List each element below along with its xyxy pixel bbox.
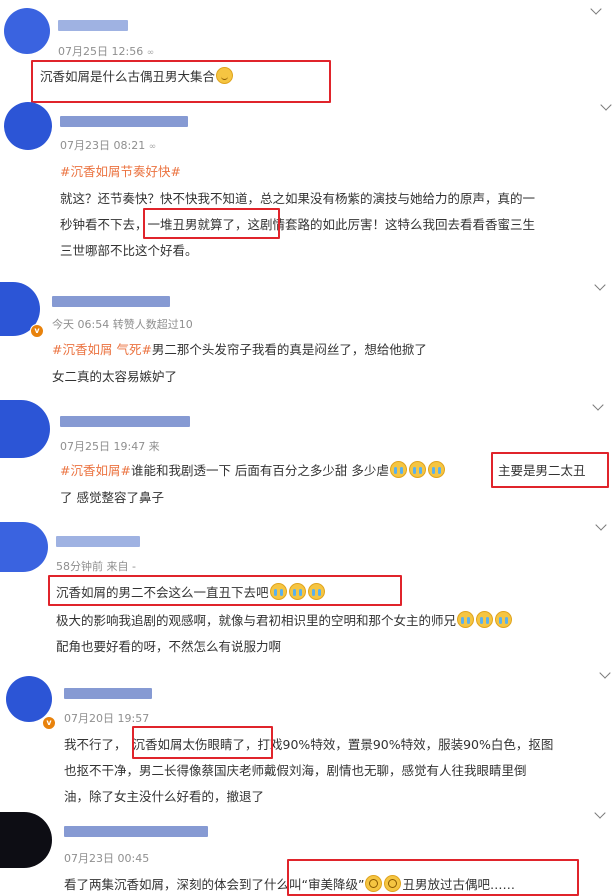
comment-text-line: 主要是男二太丑 bbox=[498, 463, 586, 478]
comment-3: v 今天 06:54 转赞人数超过10 #沉香如屑 气死#男二那个头发帘子我看的… bbox=[0, 276, 615, 396]
chevron-down-icon[interactable] bbox=[594, 279, 606, 291]
hashtag-link[interactable]: #沉香如屑# bbox=[60, 463, 131, 478]
link-icon: ∞ bbox=[146, 48, 155, 58]
chevron-down-icon[interactable] bbox=[594, 807, 606, 819]
chevron-down-icon[interactable] bbox=[600, 99, 612, 111]
hashtag-link[interactable]: #沉香如屑节奏好快# bbox=[60, 161, 181, 180]
post-meta: 07月23日 08:21 ∞ bbox=[60, 139, 157, 152]
crying-emoji-icon bbox=[288, 583, 306, 600]
comment-2: 07月23日 08:21 ∞ #沉香如屑节奏好快# 就这？还节奏快？快不快我不知… bbox=[0, 96, 615, 266]
chevron-down-icon[interactable] bbox=[590, 3, 602, 15]
crying-emoji-icon bbox=[408, 461, 426, 478]
comment-text-line: 了 感觉整容了鼻子 bbox=[60, 490, 164, 505]
comment-text-line: 三世哪部不比这个好看。 bbox=[60, 243, 198, 258]
comment-4: 07月25日 19:47 来 #沉香如屑#谁能和我剧透一下 后面有百分之多少甜 … bbox=[0, 396, 615, 516]
avatar[interactable] bbox=[6, 676, 52, 722]
post-meta: 07月23日 00:45 bbox=[64, 852, 150, 865]
dizzy-emoji-icon bbox=[365, 875, 383, 892]
crying-emoji-icon bbox=[476, 611, 494, 628]
post-meta: 07月20日 19:57 bbox=[64, 712, 150, 725]
smile-emoji-icon bbox=[216, 67, 234, 84]
comment-text-line: 配角也要好看的呀，不然怎么有说服力啊 bbox=[56, 639, 282, 654]
comment-text: 沉香如屑是什么古偶丑男大集合 bbox=[40, 66, 234, 85]
username-redacted[interactable] bbox=[58, 20, 128, 31]
chevron-down-icon[interactable] bbox=[592, 399, 604, 411]
avatar[interactable] bbox=[0, 522, 48, 572]
v-badge-icon: v bbox=[30, 324, 44, 338]
avatar[interactable] bbox=[4, 102, 52, 150]
username-redacted[interactable] bbox=[52, 296, 170, 307]
username-redacted[interactable] bbox=[64, 826, 208, 837]
dizzy-emoji-icon bbox=[384, 875, 402, 892]
avatar[interactable] bbox=[4, 8, 50, 54]
username-redacted[interactable] bbox=[60, 416, 190, 427]
link-icon: ∞ bbox=[148, 142, 157, 152]
comment-text-line: 也抠不干净，男二长得像蔡国庆老师戴假刘海，剧情也无聊，感觉有人往我眼睛里倒 bbox=[64, 763, 527, 778]
comment-text-line: 极大的影响我追剧的观感啊，就像与君初相识里的空明和那个女主的师兄 bbox=[56, 610, 513, 629]
avatar[interactable] bbox=[0, 400, 50, 458]
comment-text-line: 女二真的太容易嫉妒了 bbox=[52, 369, 178, 384]
username-redacted[interactable] bbox=[60, 116, 188, 127]
post-meta: 今天 06:54 转赞人数超过10 bbox=[52, 318, 193, 331]
comment-1: 07月25日 12:56 ∞ 沉香如屑是什么古偶丑男大集合 bbox=[0, 0, 615, 103]
crying-emoji-icon bbox=[307, 583, 325, 600]
crying-emoji-icon bbox=[269, 583, 287, 600]
post-meta: 07月25日 19:47 来 bbox=[60, 440, 160, 453]
comment-text-line: 沉香如屑的男二不会这么一直丑下去吧 bbox=[56, 582, 326, 601]
chevron-down-icon[interactable] bbox=[595, 519, 607, 531]
comment-text-line: 看了两集沉香如屑，深刻的体会到了什么叫“审美降级” 丑男放过古偶吧…… bbox=[64, 875, 515, 892]
username-redacted[interactable] bbox=[64, 688, 152, 699]
crying-emoji-icon bbox=[495, 611, 513, 628]
post-meta: 58分钟前 来自 - bbox=[56, 560, 136, 573]
crying-emoji-icon bbox=[389, 461, 407, 478]
v-badge-icon: v bbox=[42, 716, 56, 730]
comment-5: 58分钟前 来自 - 沉香如屑的男二不会这么一直丑下去吧 极大的影响我追剧的观感… bbox=[0, 516, 615, 656]
comment-text-line: #沉香如屑 气死#男二那个头发帘子我看的真是闷丝了，想给他掀了 bbox=[52, 342, 427, 357]
comment-text-line: 秒钟看不下去，一堆丑男就算了，这剧情套路的如此厉害！这特么我回去看看香蜜三生 bbox=[60, 217, 536, 232]
chevron-down-icon[interactable] bbox=[599, 667, 611, 679]
username-redacted[interactable] bbox=[56, 536, 140, 547]
post-meta: 07月25日 12:56 ∞ bbox=[58, 45, 155, 58]
comment-text-line: #沉香如屑#谁能和我剧透一下 后面有百分之多少甜 多少虐 bbox=[60, 460, 446, 479]
comment-7: 07月23日 00:45 看了两集沉香如屑，深刻的体会到了什么叫“审美降级” 丑男… bbox=[0, 804, 615, 896]
hashtag-link[interactable]: #沉香如屑 气死# bbox=[52, 342, 152, 357]
comment-6: v 07月20日 19:57 我不行了， 沉香如屑太伤眼睛了，打戏90%特效，置景… bbox=[0, 664, 615, 804]
crying-emoji-icon bbox=[457, 611, 475, 628]
comment-text-line: 油，除了女主没什么好看的，撤退了 bbox=[64, 789, 265, 804]
avatar[interactable] bbox=[0, 812, 52, 868]
crying-emoji-icon bbox=[427, 461, 445, 478]
comment-text-line: 我不行了， 沉香如屑太伤眼睛了，打戏90%特效，置景90%特效，服装90%白色，抠… bbox=[64, 737, 554, 752]
comment-text-line: 就这？还节奏快？快不快我不知道，总之如果没有杨紫的演技与她给力的原声，真的一 bbox=[60, 191, 536, 206]
